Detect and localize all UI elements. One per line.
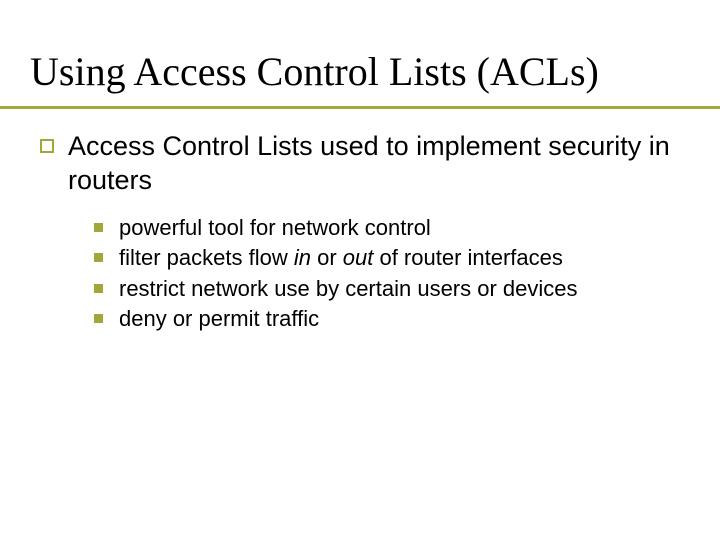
list-item-text: restrict network use by certain users or…	[119, 275, 578, 304]
text-fragment: or	[311, 245, 343, 270]
list-item: filter packets flow in or out of router …	[94, 244, 680, 273]
slide: Using Access Control Lists (ACLs) Access…	[0, 0, 720, 540]
filled-square-icon	[94, 284, 103, 293]
slide-title: Using Access Control Lists (ACLs)	[30, 50, 599, 94]
slide-content: Access Control Lists used to implement s…	[40, 130, 680, 336]
list-item: deny or permit traffic	[94, 305, 680, 334]
text-emphasis: in	[294, 245, 311, 270]
list-item: powerful tool for network control	[94, 214, 680, 243]
title-underline	[0, 106, 720, 109]
text-emphasis: out	[343, 245, 374, 270]
list-item-text: Access Control Lists used to implement s…	[68, 130, 680, 198]
list-item-text: filter packets flow in or out of router …	[119, 244, 563, 273]
filled-square-icon	[94, 223, 103, 232]
filled-square-icon	[94, 253, 103, 262]
text-fragment: filter packets flow	[119, 245, 294, 270]
list-item-text: powerful tool for network control	[119, 214, 431, 243]
list-item: Access Control Lists used to implement s…	[40, 130, 680, 198]
text-fragment: of router interfaces	[373, 245, 563, 270]
filled-square-icon	[94, 314, 103, 323]
list-item-text: deny or permit traffic	[119, 305, 319, 334]
list-item: restrict network use by certain users or…	[94, 275, 680, 304]
sub-list: powerful tool for network control filter…	[94, 214, 680, 334]
hollow-square-icon	[40, 139, 54, 153]
